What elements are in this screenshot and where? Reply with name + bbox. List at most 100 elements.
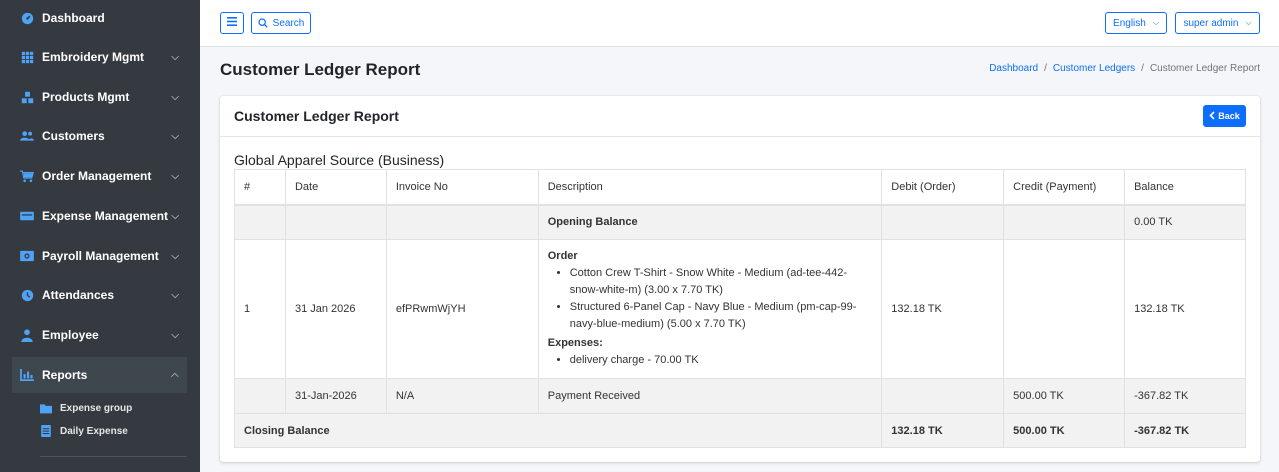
clock-icon [20, 288, 34, 302]
breadcrumb-link-customer-ledgers[interactable]: Customer Ledgers [1053, 63, 1135, 74]
chevron-down-icon: ⌵ [1152, 18, 1159, 27]
row-number [234, 378, 286, 414]
folder-icon [40, 402, 52, 414]
row-credit [1003, 239, 1126, 379]
sidebar-subitem-expense-group[interactable]: Expense group [40, 398, 132, 418]
column-header-credit: Credit (Payment) [1003, 169, 1126, 205]
column-header-balance: Balance [1124, 169, 1246, 205]
user-dropdown[interactable]: super admin ⌵ [1175, 12, 1260, 34]
column-header-debit: Debit (Order) [881, 169, 1005, 205]
row-invoice: N/A [385, 378, 539, 414]
expense-items-list: delivery charge - 70.00 TK [548, 352, 873, 369]
page-title: Customer Ledger Report [220, 60, 421, 79]
chevron-down-icon: ⌵ [171, 131, 179, 142]
user-icon [20, 328, 34, 342]
sidebar-item-dashboard[interactable]: Dashboard [12, 0, 187, 36]
order-item: Structured 6-Panel Cap - Navy Blue - Med… [570, 299, 873, 333]
sidebar-item-expense-management[interactable]: Expense Management ⌵ [12, 198, 187, 234]
sidebar-divider [40, 456, 187, 457]
order-items-list: Cotton Crew T-Shirt - Snow White - Mediu… [548, 265, 873, 333]
chevron-up-icon: ⌵ [171, 370, 179, 381]
chevron-down-icon: ⌵ [1245, 18, 1252, 27]
ledger-table: # Date Invoice No Description Debit (Ord… [233, 169, 1246, 448]
breadcrumb: Dashboard / Customer Ledgers / Customer Ledg… [989, 63, 1260, 74]
sidebar-item-embroidery[interactable]: Embroidery Mgmt ⌵ [12, 39, 187, 75]
sidebar-item-label: Dashboard [42, 11, 105, 25]
column-header-description: Description [537, 169, 883, 205]
chevron-down-icon: ⌵ [171, 92, 179, 103]
sidebar-subitem-daily-expense[interactable]: Daily Expense [40, 421, 128, 441]
row-debit: 132.18 TK [881, 239, 1005, 379]
sidebar-item-label: Attendances [42, 288, 115, 302]
table-cell [881, 204, 1005, 240]
users-icon [20, 129, 34, 143]
table-row: 31-Jan-2026 N/A Payment Received 500.00 … [234, 378, 1246, 414]
table-cell [284, 204, 387, 240]
row-description: Payment Received [537, 378, 883, 414]
company-name: Global Apparel Source (Business) [234, 152, 445, 168]
opening-balance-value: 0.00 TK [1124, 204, 1246, 240]
card-title: Customer Ledger Report [234, 108, 399, 124]
sidebar-item-label: Expense Management [42, 209, 169, 223]
search-button[interactable]: Search [251, 12, 311, 34]
language-value: English [1113, 17, 1146, 29]
chevron-left-icon [1209, 110, 1215, 122]
row-description: Order Cotton Crew T-Shirt - Snow White -… [537, 239, 883, 379]
expense-item: delivery charge - 70.00 TK [570, 352, 873, 369]
sidebar-item-attendances[interactable]: Attendances ⌵ [12, 277, 187, 313]
money-icon [20, 209, 34, 223]
card-header: Customer Ledger Report Back [220, 96, 1260, 137]
row-balance: 132.18 TK [1124, 239, 1246, 379]
breadcrumb-separator: / [1044, 63, 1047, 74]
sidebar-item-reports[interactable]: Reports ⌵ [12, 357, 187, 393]
document-icon [40, 425, 52, 437]
sidebar-item-employee[interactable]: Employee ⌵ [12, 317, 187, 353]
gauge-icon [20, 11, 34, 25]
closing-balance: -367.82 TK [1124, 413, 1246, 448]
sidebar-item-payroll-management[interactable]: Payroll Management ⌵ [12, 238, 187, 274]
search-icon [258, 18, 268, 28]
closing-balance-row: Closing Balance 132.18 TK 500.00 TK -367… [233, 413, 1246, 448]
opening-balance-row: Opening Balance 0.00 TK [234, 204, 1246, 240]
back-label: Back [1218, 111, 1240, 121]
language-dropdown[interactable]: English ⌵ [1105, 12, 1167, 34]
sidebar-item-label: Order Management [42, 169, 152, 183]
breadcrumb-link-dashboard[interactable]: Dashboard [989, 63, 1038, 74]
grid-icon [20, 50, 34, 64]
topbar: Search English ⌵ super admin ⌵ [200, 0, 1279, 47]
cart-icon [20, 169, 34, 183]
table-row: 1 31 Jan 2026 efPRwmWjYH Order Cotton Cr… [234, 239, 1246, 379]
row-credit: 500.00 TK [1003, 378, 1126, 414]
breadcrumb-separator: / [1141, 63, 1144, 74]
table-cell [234, 204, 286, 240]
closing-credit: 500.00 TK [1003, 413, 1126, 448]
row-balance: -367.82 TK [1124, 378, 1246, 414]
chevron-down-icon: ⌵ [171, 171, 179, 182]
user-name: super admin [1183, 17, 1239, 29]
payroll-icon [20, 249, 34, 263]
sidebar-item-order-management[interactable]: Order Management ⌵ [12, 158, 187, 194]
row-debit [881, 378, 1005, 414]
column-header-date: Date [284, 169, 387, 205]
chevron-down-icon: ⌵ [171, 211, 179, 222]
expenses-heading: Expenses: [547, 336, 603, 349]
sidebar-subitem-label: Expense group [60, 402, 133, 414]
order-item: Cotton Crew T-Shirt - Snow White - Mediu… [570, 265, 873, 299]
back-button[interactable]: Back [1203, 105, 1246, 127]
menu-toggle-button[interactable] [220, 12, 244, 34]
row-date: 31-Jan-2026 [284, 378, 387, 414]
column-header-invoice: Invoice No [385, 169, 539, 205]
chevron-down-icon: ⌵ [171, 290, 179, 301]
breadcrumb-current: Customer Ledger Report [1149, 63, 1260, 74]
row-number: 1 [234, 239, 286, 379]
closing-balance-label: Closing Balance [233, 413, 883, 448]
row-date: 31 Jan 2026 [284, 239, 387, 379]
sidebar-item-customers[interactable]: Customers ⌵ [12, 118, 187, 154]
chart-icon [20, 368, 34, 382]
row-invoice: efPRwmWjYH [385, 239, 539, 379]
sidebar-item-label: Embroidery Mgmt [42, 50, 145, 64]
sidebar-item-products[interactable]: Products Mgmt ⌵ [12, 79, 187, 115]
sidebar: Dashboard Embroidery Mgmt ⌵ Products Mgm… [0, 0, 200, 472]
opening-balance-label: Opening Balance [537, 204, 883, 240]
search-label: Search [272, 17, 305, 29]
